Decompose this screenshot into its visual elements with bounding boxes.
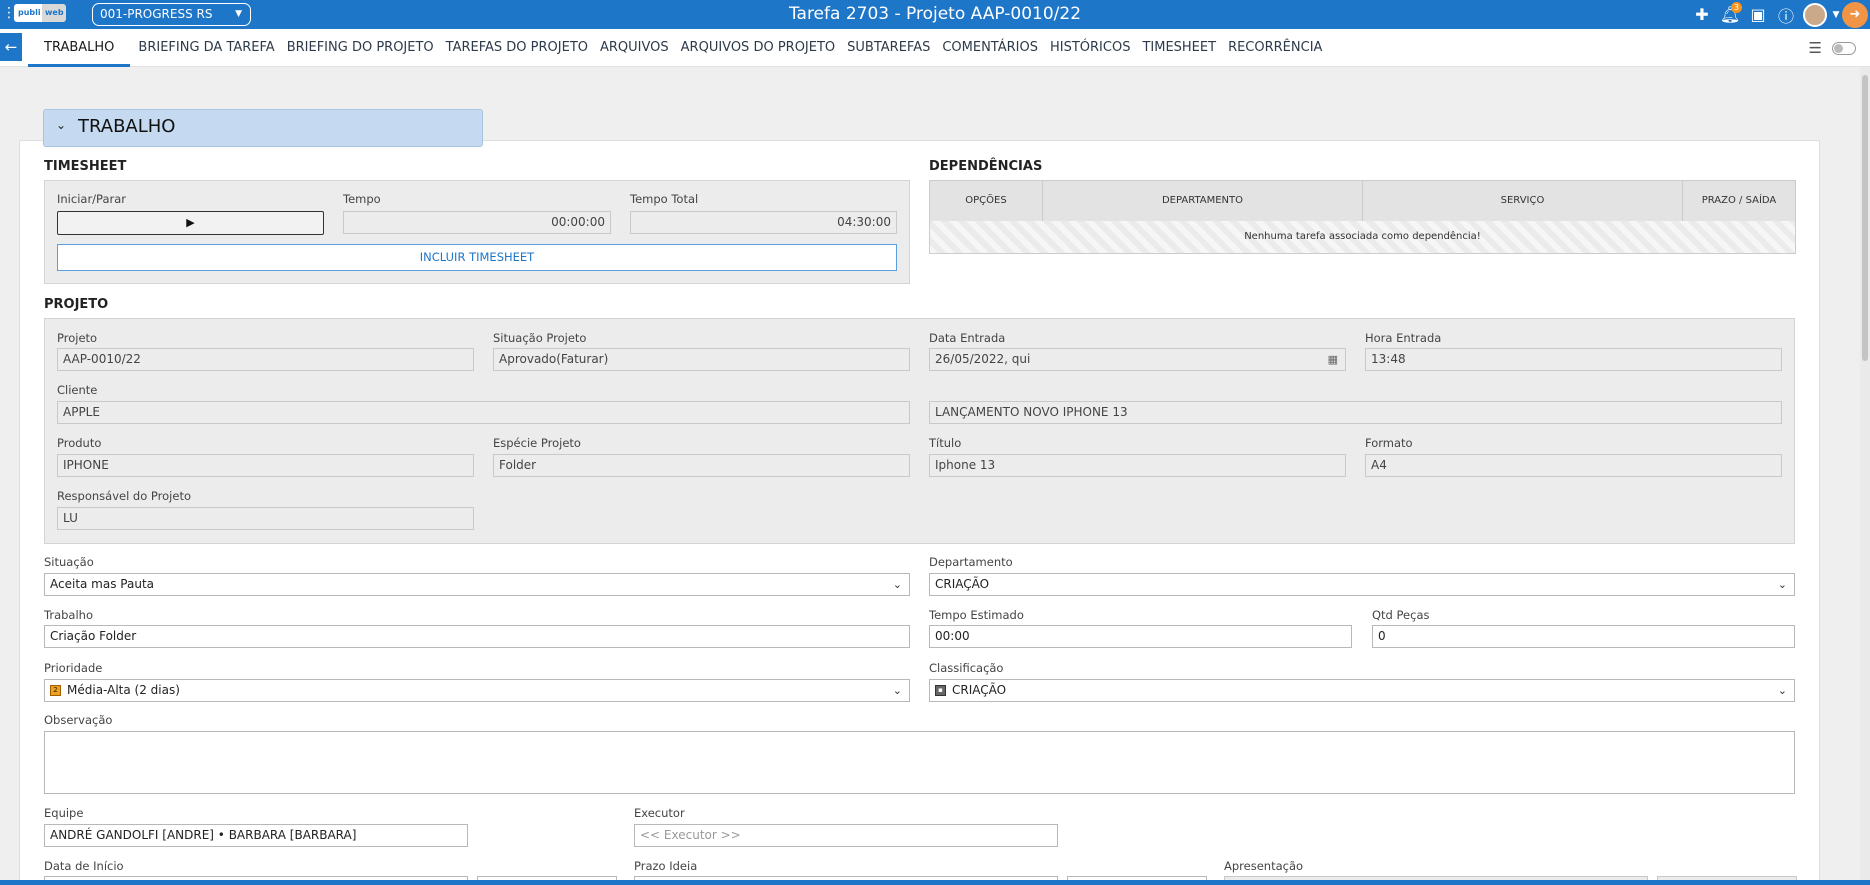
departamento-label: Departamento	[929, 555, 1013, 569]
prioridade-label: Prioridade	[44, 661, 103, 675]
col-departamento[interactable]: DEPARTAMENTO	[1043, 181, 1363, 221]
plus-icon[interactable]: ✚	[1688, 5, 1716, 24]
titulo-field: Iphone 13	[929, 454, 1346, 477]
filter-icon[interactable]: ☰	[1809, 39, 1822, 57]
chevron-down-icon: ⌄	[892, 578, 902, 591]
projeto-label: Projeto	[57, 331, 98, 345]
observacao-textarea[interactable]	[44, 731, 1795, 794]
scrollbar[interactable]	[1860, 67, 1870, 885]
especie-field: Folder	[493, 454, 910, 477]
bottom-bar	[0, 880, 1870, 885]
especie-label: Espécie Projeto	[493, 436, 581, 450]
trabalho-label: Trabalho	[44, 608, 93, 622]
tab-comentarios[interactable]: COMENTÁRIOS	[936, 29, 1044, 67]
empty-message: Nenhuma tarefa associada como dependênci…	[930, 221, 1795, 253]
tab-briefing-tarefa[interactable]: BRIEFING DA TAREFA	[132, 29, 280, 67]
trabalho-input[interactable]: Criação Folder	[44, 625, 910, 648]
situacao-select[interactable]: Aceita mas Pauta ⌄	[44, 573, 910, 596]
start-stop-label: Iniciar/Parar	[57, 192, 127, 206]
tab-briefing-projeto[interactable]: BRIEFING DO PROJETO	[281, 29, 440, 67]
prazo-ideia-label: Prazo Ideia	[634, 859, 698, 873]
back-arrow-icon[interactable]: ←	[0, 33, 22, 61]
project-heading: PROJETO	[44, 297, 109, 312]
notification-badge: 3	[1730, 2, 1742, 13]
col-opcoes[interactable]: OPÇÕES	[930, 181, 1043, 221]
tab-subtarefas[interactable]: SUBTAREFAS	[841, 29, 936, 67]
equipe-label: Equipe	[44, 806, 84, 820]
bell-icon[interactable]: 🔔︎ 3	[1716, 2, 1744, 24]
monitor-icon[interactable]: ▣	[1744, 5, 1772, 24]
cliente-label: Cliente	[57, 383, 98, 397]
classification-icon: ▪	[935, 685, 946, 696]
departamento-select[interactable]: CRIAÇÃO ⌄	[929, 573, 1795, 596]
produto-field: IPHONE	[57, 454, 474, 477]
situacao-projeto-field: Aprovado(Faturar)	[493, 348, 910, 371]
qtd-pecas-input[interactable]: 0	[1372, 625, 1795, 648]
help-icon[interactable]: ⓘ	[1772, 3, 1800, 27]
produto-label: Produto	[57, 436, 102, 450]
add-timesheet-button[interactable]: INCLUIR TIMESHEET	[57, 244, 897, 271]
tempo-estimado-input[interactable]: 00:00	[929, 625, 1352, 648]
logout-icon[interactable]: ➜	[1842, 1, 1868, 28]
tab-recorrencia[interactable]: RECORRÊNCIA	[1222, 29, 1328, 67]
tab-arquivos[interactable]: ARQUIVOS	[594, 29, 675, 67]
classificacao-select[interactable]: ▪ CRIAÇÃO ⌄	[929, 679, 1795, 702]
dependencies-table: OPÇÕES DEPARTAMENTO SERVIÇO PRAZO / SAÍD…	[929, 180, 1796, 254]
tab-timesheet[interactable]: TIMESHEET	[1136, 29, 1222, 67]
play-button[interactable]: ▶	[57, 211, 324, 235]
hora-entrada-label: Hora Entrada	[1365, 331, 1442, 345]
tab-tarefas-projeto[interactable]: TAREFAS DO PROJETO	[440, 29, 594, 67]
tab-trabalho[interactable]: TRABALHO	[28, 29, 131, 67]
chevron-down-icon[interactable]: ▼	[1830, 10, 1842, 20]
total-time-label: Tempo Total	[630, 192, 699, 206]
responsavel-field: LU	[57, 507, 474, 530]
top-bar: ⋮ publi web 001-PROGRESS RS ▼ Tarefa 2703 …	[0, 0, 1870, 29]
observacao-label: Observação	[44, 713, 113, 727]
data-entrada-field: 26/05/2022, qui ▦	[929, 348, 1346, 371]
total-time-field: 04:30:00	[630, 211, 897, 234]
qtd-pecas-label: Qtd Peças	[1372, 608, 1430, 622]
chevron-down-icon: ⌄	[892, 684, 902, 697]
titulo-label: Título	[929, 436, 962, 450]
time-field: 00:00:00	[343, 211, 611, 234]
descricao-field: LANÇAMENTO NOVO IPHONE 13	[929, 401, 1782, 424]
executor-input[interactable]: << Executor >>	[634, 824, 1058, 847]
formato-label: Formato	[1365, 436, 1413, 450]
tab-arquivos-projeto[interactable]: ARQUIVOS DO PROJETO	[675, 29, 842, 67]
classificacao-label: Classificação	[929, 661, 1004, 675]
formato-field: A4	[1365, 454, 1782, 477]
time-label: Tempo	[343, 192, 381, 206]
projeto-field: AAP-0010/22	[57, 348, 474, 371]
section-header[interactable]: ⌄ TRABALHO	[43, 109, 483, 147]
tab-historicos[interactable]: HISTÓRICOS	[1044, 29, 1136, 67]
data-inicio-label: Data de Início	[44, 859, 124, 873]
chevron-down-icon: ⌄	[56, 118, 67, 132]
timesheet-heading: TIMESHEET	[44, 159, 127, 174]
cliente-field: APPLE	[57, 401, 910, 424]
executor-label: Executor	[634, 806, 685, 820]
tab-bar: ← TRABALHO BRIEFING DA TAREFA BRIEFING D…	[0, 29, 1870, 67]
toggle-switch[interactable]	[1832, 41, 1856, 55]
calendar-icon: ▦	[1327, 353, 1338, 366]
data-entrada-label: Data Entrada	[929, 331, 1006, 345]
prioridade-select[interactable]: 2 Média-Alta (2 dias) ⌄	[44, 679, 910, 702]
dependencies-heading: DEPENDÊNCIAS	[929, 159, 1043, 174]
hora-entrada-field: 13:48	[1365, 348, 1782, 371]
play-icon: ▶	[186, 216, 195, 229]
section-title: TRABALHO	[78, 116, 176, 137]
chevron-down-icon: ⌄	[1777, 578, 1787, 591]
apresentacao-label: Apresentação	[1224, 859, 1304, 873]
equipe-input[interactable]: ANDRÉ GANDOLFI [ANDRE] • BARBARA [BARBAR…	[44, 824, 468, 847]
page-title: Tarefa 2703 - Projeto AAP-0010/22	[788, 4, 1082, 24]
scrollbar-thumb[interactable]	[1862, 75, 1868, 361]
chevron-down-icon: ⌄	[1777, 684, 1787, 697]
col-prazo[interactable]: PRAZO / SAÍDA	[1683, 181, 1795, 221]
priority-icon: 2	[50, 685, 61, 696]
avatar[interactable]	[1803, 2, 1827, 27]
situacao-projeto-label: Situação Projeto	[493, 331, 587, 345]
situacao-label: Situação	[44, 555, 94, 569]
tempo-estimado-label: Tempo Estimado	[929, 608, 1024, 622]
responsavel-label: Responsável do Projeto	[57, 489, 191, 503]
col-servico[interactable]: SERVIÇO	[1363, 181, 1683, 221]
